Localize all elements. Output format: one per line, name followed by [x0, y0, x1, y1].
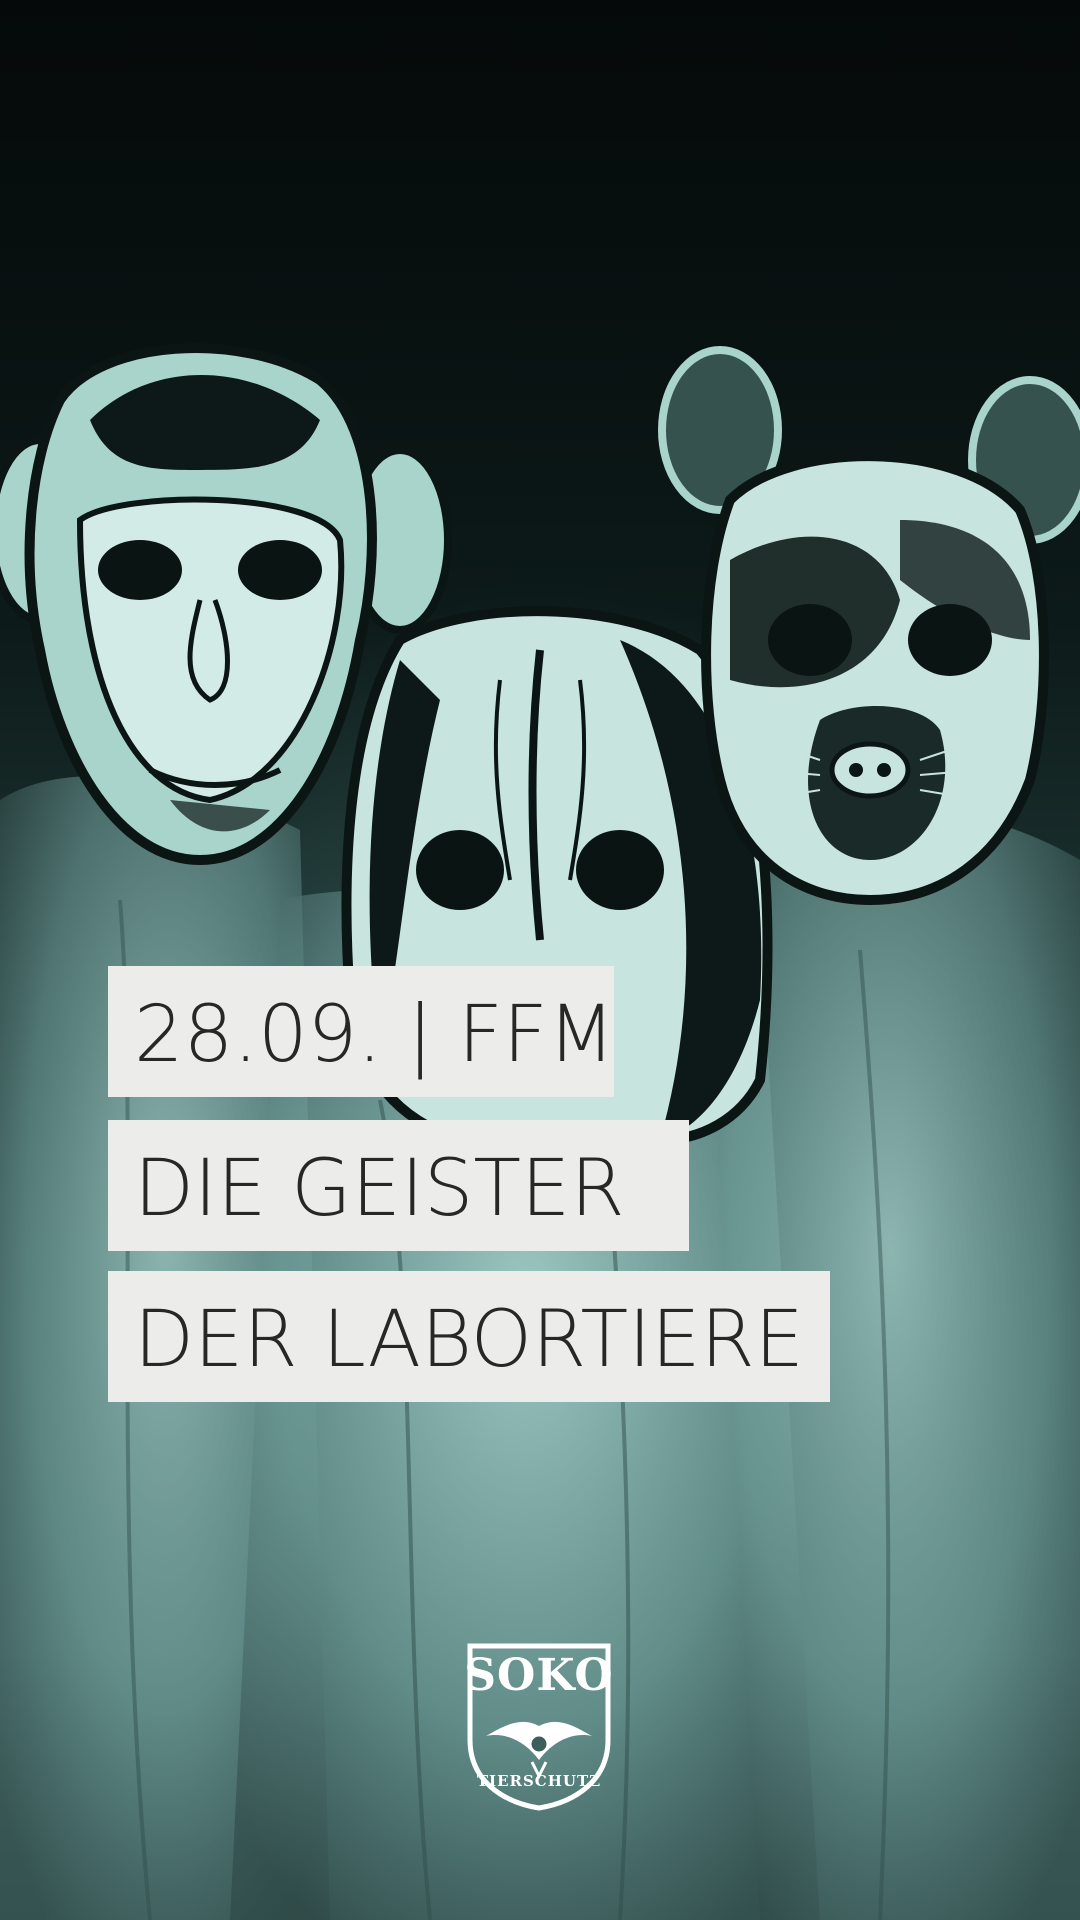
event-title-line1: DIE GEISTER [108, 1120, 689, 1251]
masked-figures-illustration [0, 343, 1080, 1920]
soko-logo: SOKO TIERSCHUTZ [464, 1640, 614, 1812]
logo-subtitle: TIERSCHUTZ [476, 1772, 602, 1790]
event-date-location: 28.09. | FFM [108, 966, 615, 1097]
event-title-line2: DER LABORTIERE [108, 1271, 830, 1402]
logo-name: SOKO [464, 1650, 614, 1701]
event-poster: 28.09. | FFM DIE GEISTER DER LABORTIERE … [0, 0, 1080, 1920]
